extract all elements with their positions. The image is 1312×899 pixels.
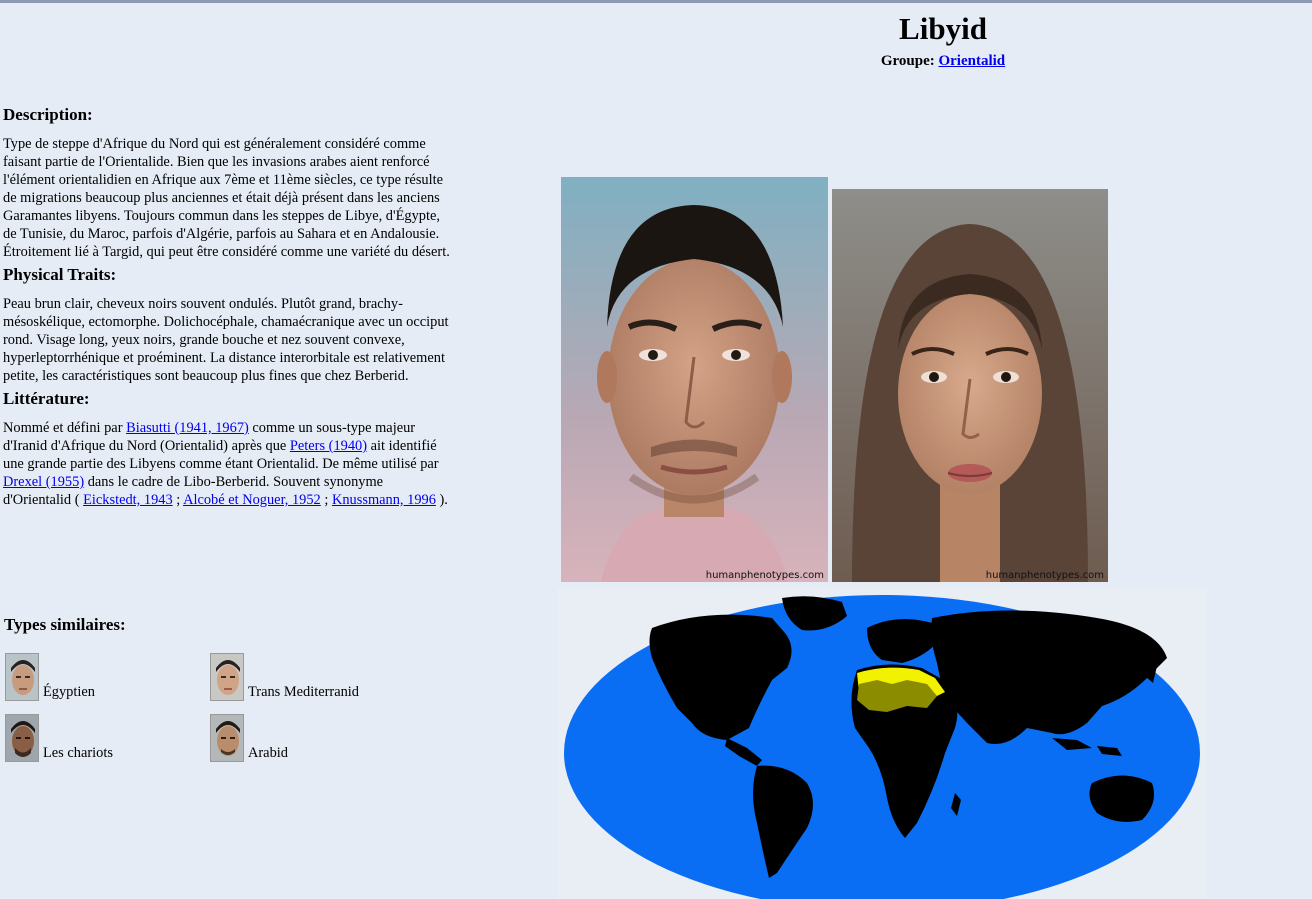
groupe-line: Groupe: Orientalid [700,53,1186,70]
similar-label[interactable]: Arabid [248,745,288,762]
lit-text: Nommé et défini par [3,420,127,436]
similar-item-arabid[interactable]: Arabid [210,714,288,762]
groupe-label: Groupe: [880,53,935,69]
face-thumbnail[interactable] [5,653,39,701]
link-peters[interactable]: Peters (1940) [290,438,367,454]
similar-item-trans-mediterranid[interactable]: Trans Mediterranid [210,653,359,701]
photo-credit: humanphenotypes.com [705,570,824,581]
page-title: Libyid [899,11,987,46]
description-heading: Description: [3,105,93,124]
distribution-map [557,588,1207,899]
page-header: Libyid Groupe: Orientalid [700,11,1186,70]
physical-text: Peau brun clair, cheveux noirs souvent o… [3,296,449,384]
face-thumbnail[interactable] [210,714,244,762]
literature-text: Nommé et défini par Biasutti (1941, 1967… [3,419,453,509]
literature-heading: Littérature: [3,389,90,408]
groupe-link[interactable]: Orientalid [938,53,1005,69]
similar-item-les-chariots[interactable]: Les chariots [5,714,113,762]
similar-types-heading: Types similaires: [4,615,126,634]
similar-label[interactable]: Les chariots [43,745,113,762]
photo-credit: humanphenotypes.com [985,570,1104,581]
face-thumbnail[interactable] [5,714,39,762]
content-column: Description: Type de steppe d'Afrique du… [3,105,453,513]
link-drexel[interactable]: Drexel (1955) [3,474,84,490]
similar-label[interactable]: Égyptien [43,684,95,701]
lit-text: ; [320,492,332,508]
lit-text: ; [172,492,184,508]
similar-item-egyptien[interactable]: Égyptien [5,653,95,701]
similar-label[interactable]: Trans Mediterranid [248,684,359,701]
description-text: Type de steppe d'Afrique du Nord qui est… [3,136,450,260]
link-knussmann[interactable]: Knussmann, 1996 [332,492,436,508]
link-eickstedt[interactable]: Eickstedt, 1943 [83,492,173,508]
link-biasutti[interactable]: Biasutti (1941, 1967) [126,420,249,436]
female-phenotype-photo: humanphenotypes.com [832,189,1108,582]
link-alcobe[interactable]: Alcobé et Noguer, 1952 [183,492,321,508]
face-thumbnail[interactable] [210,653,244,701]
male-phenotype-photo: humanphenotypes.com [561,177,828,582]
physical-heading: Physical Traits: [3,265,117,284]
lit-text: ). [435,492,448,508]
